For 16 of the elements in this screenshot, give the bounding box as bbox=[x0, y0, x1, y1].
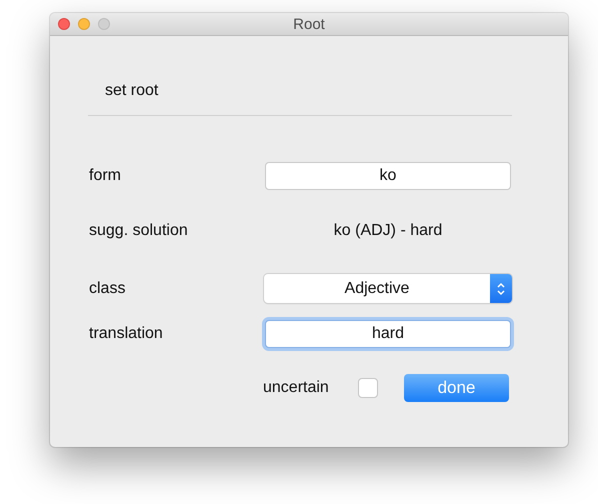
section-heading: set root bbox=[105, 81, 160, 101]
close-button[interactable] bbox=[58, 18, 70, 30]
input-field[interactable]: ko bbox=[265, 162, 511, 190]
checkbox[interactable] bbox=[358, 378, 378, 398]
field-label: translation bbox=[88, 325, 164, 343]
zoom-button[interactable] bbox=[98, 18, 110, 30]
suggestion-text: ko (ADJ) - hard bbox=[334, 222, 442, 240]
field-label: form bbox=[88, 167, 122, 185]
stepper-icon bbox=[496, 282, 506, 296]
checkbox-label: uncertain bbox=[263, 379, 330, 397]
popup-menu[interactable]: Adjective bbox=[264, 274, 512, 303]
input-field[interactable]: hard bbox=[265, 320, 511, 348]
field-label: sugg. solution bbox=[88, 222, 189, 240]
field-label: class bbox=[88, 280, 126, 298]
minimize-button[interactable] bbox=[78, 18, 90, 30]
window-title: Root bbox=[293, 16, 325, 32]
